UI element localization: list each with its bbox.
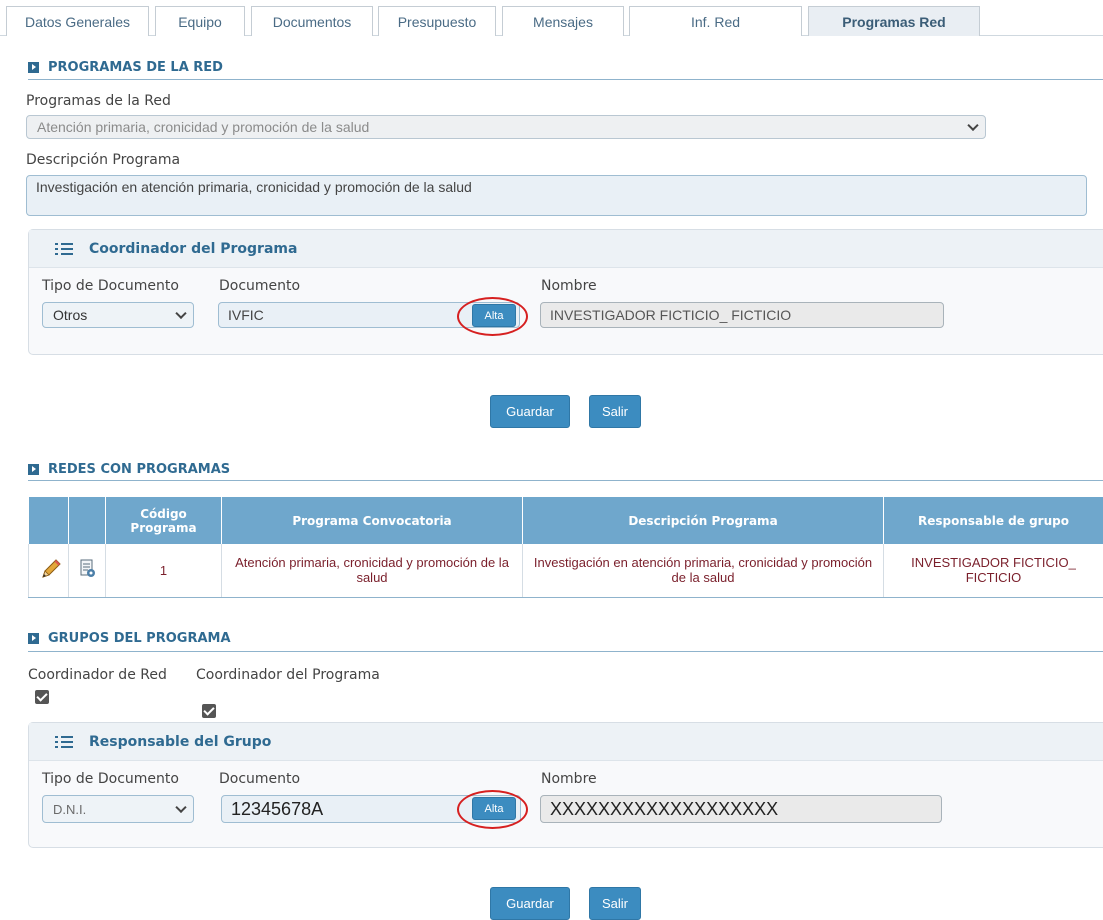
tab-bar: Datos Generales Equipo Documentos Presup…	[0, 0, 1103, 36]
descripcion-value: Investigación en atención primaria, cron…	[36, 179, 472, 195]
section-title-redes: REDES CON PROGRAMAS	[28, 458, 230, 480]
nombre-value: XXXXXXXXXXXXXXXXXXX	[550, 798, 779, 819]
tab-inf-red[interactable]: Inf. Red	[629, 6, 802, 36]
coordinador-panel-header: Coordinador del Programa	[29, 230, 1103, 268]
redes-table: Código Programa Programa Convocatoria De…	[28, 497, 1103, 598]
section-divider	[28, 480, 1103, 481]
list-icon	[55, 735, 73, 749]
coordinador-panel-title: Coordinador del Programa	[89, 240, 298, 257]
programa-select[interactable]: Atención primaria, cronicidad y promoció…	[26, 115, 986, 139]
documento-value: IVFIC	[228, 307, 264, 323]
coordinador-red-checkbox[interactable]	[35, 690, 49, 704]
coordinador-programa-checkbox[interactable]	[202, 704, 216, 718]
nombre-value: INVESTIGADOR FICTICIO_ FICTICIO	[550, 307, 792, 323]
nombre-input[interactable]: INVESTIGADOR FICTICIO_ FICTICIO	[540, 302, 944, 328]
table-header-row: Código Programa Programa Convocatoria De…	[28, 497, 1103, 544]
documento-label: Documento	[219, 278, 301, 294]
section-title-text: GRUPOS DEL PROGRAMA	[48, 630, 231, 646]
descripcion-textarea[interactable]: Investigación en atención primaria, cron…	[26, 175, 1087, 216]
highlight-ellipse	[457, 790, 528, 829]
programa-cell: Atención primaria, cronicidad y promoció…	[221, 544, 523, 598]
table-header-descripcion: Descripción Programa	[522, 497, 884, 544]
table-row: 1 Atención primaria, cronicidad y promoc…	[28, 544, 1103, 598]
codigo-cell: 1	[105, 544, 222, 598]
responsable-panel-header: Responsable del Grupo	[29, 723, 1103, 761]
tab-documentos[interactable]: Documentos	[251, 6, 373, 36]
documento-value: 12345678A	[231, 798, 324, 819]
section-bullet-icon	[28, 61, 39, 73]
list-icon	[55, 242, 73, 256]
guardar-button[interactable]: Guardar	[490, 887, 570, 920]
section-title-programas: PROGRAMAS DE LA RED	[28, 56, 223, 78]
section-title-text: PROGRAMAS DE LA RED	[48, 59, 223, 75]
section-divider	[28, 79, 1103, 80]
section-title-grupos: GRUPOS DEL PROGRAMA	[28, 627, 231, 649]
programa-select-value: Atención primaria, cronicidad y promoció…	[37, 119, 370, 135]
tab-equipo[interactable]: Equipo	[155, 6, 245, 36]
tipo-documento-select[interactable]: D.N.I.	[42, 795, 194, 823]
coordinador-red-label: Coordinador de Red	[28, 667, 167, 683]
tipo-documento-label: Tipo de Documento	[42, 278, 179, 294]
table-header-view	[68, 497, 106, 544]
nombre-label: Nombre	[541, 771, 597, 787]
chevron-down-icon	[967, 119, 979, 132]
section-title-text: REDES CON PROGRAMAS	[48, 461, 231, 477]
table-header-responsable: Responsable de grupo	[883, 497, 1103, 544]
chevron-down-icon	[175, 801, 187, 814]
table-header-edit	[28, 497, 69, 544]
coordinador-programa-label: Coordinador del Programa	[196, 667, 380, 683]
highlight-ellipse	[457, 297, 528, 336]
section-divider	[28, 651, 1103, 652]
tipo-documento-select[interactable]: Otros	[42, 302, 194, 328]
programa-label: Programas de la Red	[26, 93, 171, 109]
tab-mensajes[interactable]: Mensajes	[502, 6, 624, 36]
nombre-input[interactable]: XXXXXXXXXXXXXXXXXXX	[540, 795, 942, 823]
tipo-documento-label: Tipo de Documento	[42, 771, 179, 787]
section-bullet-icon	[28, 463, 39, 475]
view-cell	[68, 544, 106, 598]
salir-button[interactable]: Salir	[589, 887, 641, 920]
documento-label: Documento	[219, 771, 301, 787]
chevron-down-icon	[175, 307, 187, 320]
tab-programas-red[interactable]: Programas Red	[808, 6, 980, 36]
tab-datos-generales[interactable]: Datos Generales	[6, 6, 149, 36]
table-header-codigo: Código Programa	[105, 497, 222, 544]
responsable-panel-title: Responsable del Grupo	[89, 733, 272, 750]
edit-cell	[28, 544, 69, 598]
table-header-programa: Programa Convocatoria	[221, 497, 523, 544]
descripcion-cell: Investigación en atención primaria, cron…	[522, 544, 884, 598]
guardar-button[interactable]: Guardar	[490, 395, 570, 428]
descripcion-label: Descripción Programa	[26, 152, 181, 168]
pencil-icon[interactable]	[39, 557, 63, 581]
tipo-documento-value: Otros	[53, 307, 88, 323]
salir-button[interactable]: Salir	[589, 395, 641, 428]
tab-presupuesto[interactable]: Presupuesto	[378, 6, 496, 36]
tipo-documento-value: D.N.I.	[53, 801, 87, 817]
document-view-icon[interactable]	[79, 559, 97, 579]
nombre-label: Nombre	[541, 278, 597, 294]
responsable-cell: INVESTIGADOR FICTICIO_ FICTICIO	[883, 544, 1103, 598]
section-bullet-icon	[28, 632, 39, 644]
